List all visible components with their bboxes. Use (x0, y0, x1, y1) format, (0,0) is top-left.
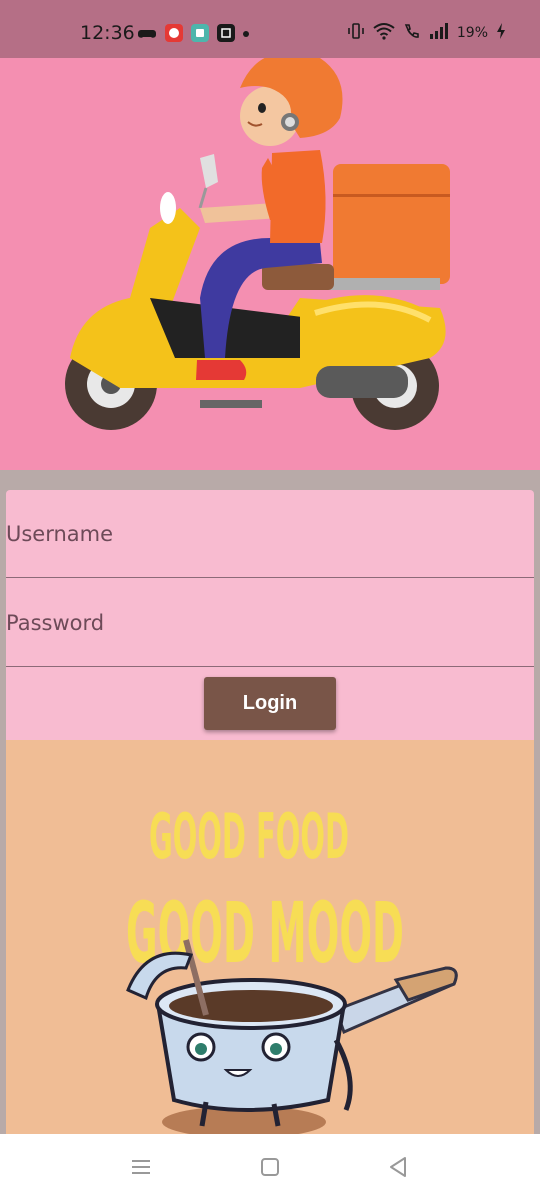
home-icon[interactable] (255, 1152, 285, 1182)
app-icon-dark (217, 24, 235, 42)
username-input[interactable] (6, 490, 534, 577)
game-controller-icon (138, 24, 156, 42)
status-time: 12:36 (80, 22, 135, 44)
navigation-bar (0, 1134, 540, 1200)
poster-line-1: GOOD FOOD (149, 800, 349, 873)
notification-dot-icon (243, 31, 249, 37)
good-food-good-mood-poster: GOOD FOOD GOOD MOOD (6, 740, 534, 1134)
signal-icon (429, 22, 449, 44)
delivery-illustration (0, 58, 540, 470)
menu-icon[interactable] (126, 1152, 156, 1182)
app-icon-red (165, 24, 183, 42)
battery-percent: 19% (456, 25, 488, 41)
password-field-container (6, 579, 534, 667)
battery-charging-icon (496, 22, 506, 44)
wifi-call-icon (403, 22, 421, 44)
status-bar: 12:36 19% (0, 0, 540, 58)
vibrate-icon (347, 22, 365, 44)
username-field-container (6, 490, 534, 578)
wifi-icon (373, 22, 395, 44)
login-button[interactable]: Login (204, 677, 336, 730)
back-icon[interactable] (383, 1152, 413, 1182)
app-icon-green (191, 24, 209, 42)
login-form: Login (6, 490, 534, 740)
password-input[interactable] (6, 579, 534, 666)
